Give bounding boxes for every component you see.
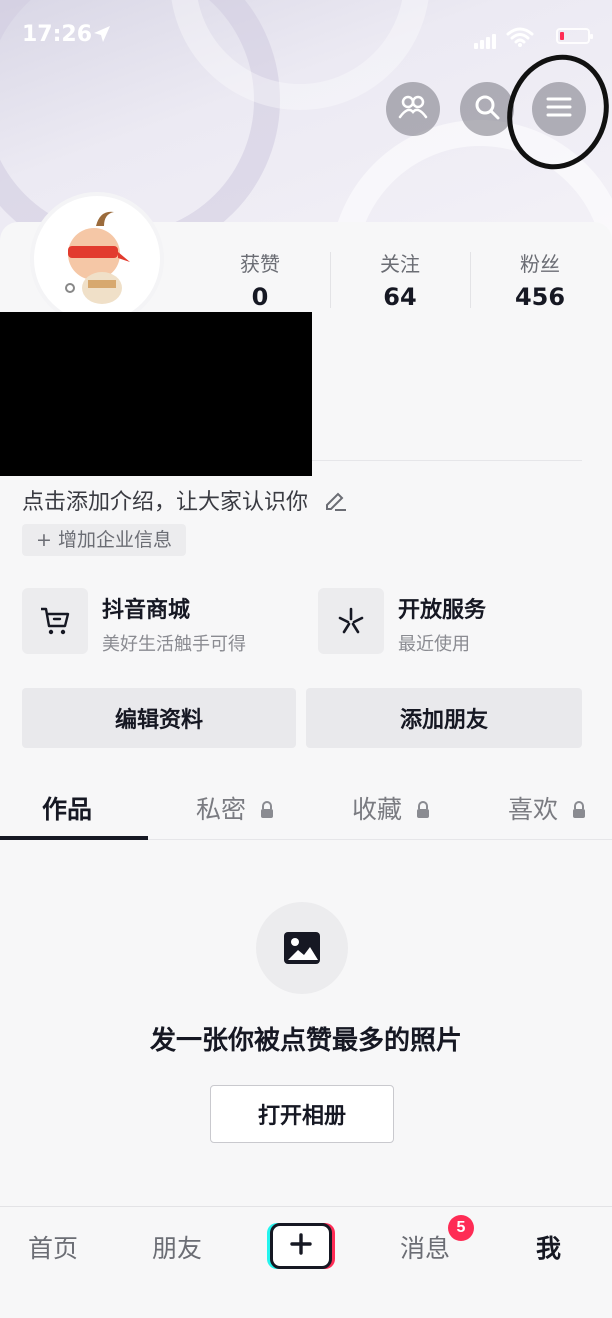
nav-friends[interactable]: 朋友 [152, 1229, 202, 1265]
tab-label: 作品 [42, 795, 93, 824]
location-arrow-icon [92, 24, 112, 48]
service-subtitle: 最近使用 [398, 634, 470, 655]
avatar[interactable] [30, 192, 164, 326]
service-title: 抖音商城 [102, 598, 191, 623]
redacted-area [0, 312, 312, 476]
create-button[interactable] [270, 1223, 332, 1269]
status-bar: 17:26 [22, 22, 593, 52]
search-button[interactable] [460, 82, 514, 136]
cart-icon [22, 588, 88, 654]
nav-messages[interactable]: 消息 [400, 1229, 450, 1265]
service-subtitle: 美好生活触手可得 [102, 634, 246, 655]
asterisk-icon [318, 588, 384, 654]
douyin-mall-entry[interactable]: 抖音商城 美好生活触手可得 [22, 588, 302, 656]
tab-label: 喜欢 [508, 795, 559, 824]
stat-followers[interactable]: 粉丝 456 [470, 248, 610, 311]
image-icon [256, 902, 348, 994]
empty-state-title: 发一张你被点赞最多的照片 [149, 1026, 462, 1056]
tab-works[interactable]: 作品 [42, 790, 92, 826]
search-icon [473, 93, 501, 125]
status-time: 17:26 [22, 22, 93, 47]
lock-icon [260, 796, 274, 825]
edit-pencil-icon [323, 489, 347, 517]
service-title: 开放服务 [398, 598, 487, 623]
tab-label: 收藏 [352, 795, 403, 824]
tab-private[interactable]: 私密 [196, 790, 274, 826]
divider [312, 460, 582, 461]
nav-me[interactable]: 我 [536, 1229, 561, 1265]
bio-label: 点击添加介绍，让大家认识你 [22, 490, 309, 515]
lock-icon [416, 796, 430, 825]
edit-profile-button[interactable]: 编辑资料 [22, 688, 296, 748]
lock-icon [572, 796, 586, 825]
signal-icon [474, 30, 498, 49]
stat-value: 0 [251, 283, 269, 311]
tab-label: 私密 [196, 795, 247, 824]
battery-icon [556, 28, 593, 44]
profile-stats: 获赞 0 关注 64 粉丝 456 [190, 248, 612, 318]
stat-likes[interactable]: 获赞 0 [190, 248, 330, 311]
tab-favorites[interactable]: 收藏 [352, 790, 430, 826]
tab-likes[interactable]: 喜欢 [508, 790, 586, 826]
stat-label: 关注 [380, 252, 420, 276]
active-tab-indicator [0, 836, 148, 840]
open-services-entry[interactable]: 开放服务 最近使用 [318, 588, 598, 656]
stat-value: 64 [383, 283, 417, 311]
stat-label: 获赞 [240, 252, 280, 276]
plus-icon [290, 1233, 312, 1259]
wifi-icon [506, 26, 534, 52]
stat-divider [470, 252, 471, 308]
messages-badge: 5 [448, 1215, 474, 1241]
bio-text[interactable]: 点击添加介绍，让大家认识你 [22, 484, 347, 517]
friends-button[interactable] [386, 82, 440, 136]
open-album-button[interactable]: 打开相册 [210, 1085, 394, 1143]
add-enterprise-info-button[interactable]: + 增加企业信息 [22, 524, 186, 556]
avatar-illustration-icon [65, 211, 130, 304]
friends-icon [398, 94, 428, 124]
add-friends-button[interactable]: 添加朋友 [306, 688, 582, 748]
stat-following[interactable]: 关注 64 [330, 248, 470, 311]
stat-value: 456 [514, 283, 566, 311]
stat-divider [330, 252, 331, 308]
content-tabs: 作品 私密 收藏 喜欢 [0, 778, 612, 840]
stat-label: 粉丝 [520, 252, 560, 276]
nav-home[interactable]: 首页 [28, 1229, 78, 1265]
bottom-nav: 首页 朋友 消息 5 我 [0, 1206, 612, 1318]
